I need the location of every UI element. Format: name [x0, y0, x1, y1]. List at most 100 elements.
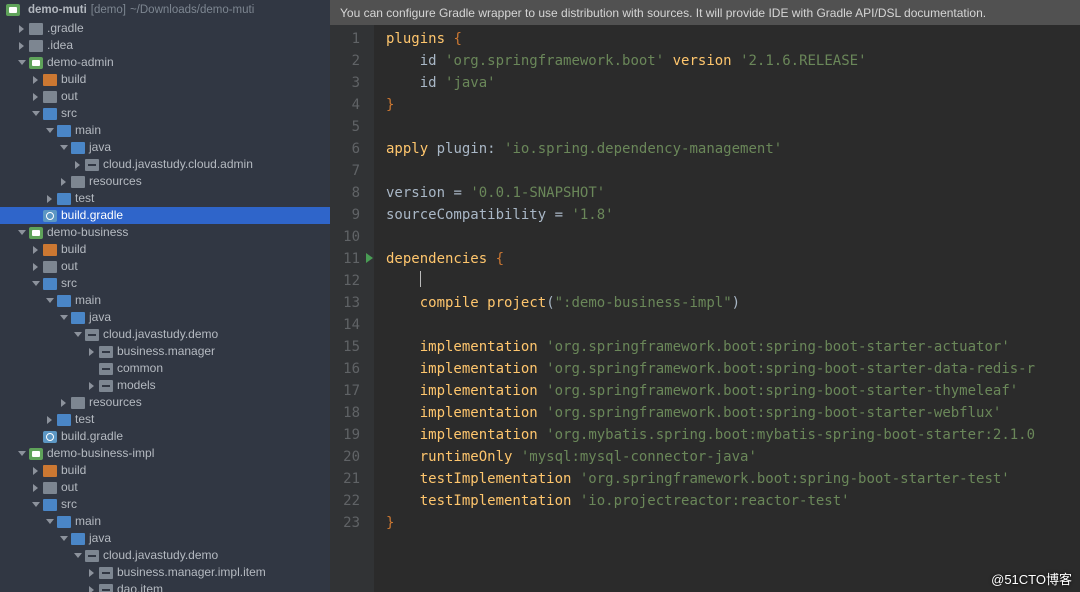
chevron-right-icon[interactable]: [46, 416, 54, 424]
chevron-right-icon[interactable]: [32, 467, 40, 475]
tree-node[interactable]: build: [0, 71, 330, 88]
code-line[interactable]: [386, 116, 1080, 138]
chevron-down-icon[interactable]: [60, 144, 68, 152]
chevron-down-icon[interactable]: [18, 229, 26, 237]
tree-node[interactable]: demo-admin: [0, 54, 330, 71]
line-number[interactable]: 15: [330, 336, 360, 358]
notification-banner[interactable]: You can configure Gradle wrapper to use …: [330, 0, 1080, 25]
line-number[interactable]: 4: [330, 94, 360, 116]
chevron-down-icon[interactable]: [18, 450, 26, 458]
tree-node[interactable]: build.gradle: [0, 428, 330, 445]
tree-node[interactable]: demo-business: [0, 224, 330, 241]
chevron-down-icon[interactable]: [32, 280, 40, 288]
tree-node[interactable]: .idea: [0, 37, 330, 54]
chevron-right-icon[interactable]: [88, 348, 96, 356]
chevron-down-icon[interactable]: [46, 127, 54, 135]
line-number[interactable]: 8: [330, 182, 360, 204]
code-line[interactable]: implementation 'org.mybatis.spring.boot:…: [386, 424, 1080, 446]
code-line[interactable]: implementation 'org.springframework.boot…: [386, 402, 1080, 424]
chevron-down-icon[interactable]: [74, 331, 82, 339]
tree-node[interactable]: java: [0, 139, 330, 156]
chevron-right-icon[interactable]: [32, 263, 40, 271]
code-line[interactable]: [386, 270, 1080, 292]
tree-node[interactable]: src: [0, 496, 330, 513]
tree-node[interactable]: test: [0, 190, 330, 207]
tree-node[interactable]: resources: [0, 173, 330, 190]
chevron-right-icon[interactable]: [32, 93, 40, 101]
chevron-down-icon[interactable]: [60, 314, 68, 322]
code-line[interactable]: id 'java': [386, 72, 1080, 94]
code-line[interactable]: compile project(":demo-business-impl"): [386, 292, 1080, 314]
tree-node[interactable]: dao.item: [0, 581, 330, 592]
project-tool-window[interactable]: demo-muti [demo] ~/Downloads/demo-muti .…: [0, 0, 330, 592]
tree-node[interactable]: .gradle: [0, 20, 330, 37]
tree-node[interactable]: cloud.javastudy.demo: [0, 547, 330, 564]
chevron-right-icon[interactable]: [32, 484, 40, 492]
chevron-right-icon[interactable]: [32, 246, 40, 254]
code-line[interactable]: implementation 'org.springframework.boot…: [386, 336, 1080, 358]
chevron-down-icon[interactable]: [18, 59, 26, 67]
chevron-right-icon[interactable]: [18, 25, 26, 33]
line-number[interactable]: 9: [330, 204, 360, 226]
chevron-down-icon[interactable]: [46, 297, 54, 305]
line-number[interactable]: 1: [330, 28, 360, 50]
code-line[interactable]: [386, 160, 1080, 182]
line-number[interactable]: 14: [330, 314, 360, 336]
line-number[interactable]: 11: [330, 248, 360, 270]
code-line[interactable]: version = '0.0.1-SNAPSHOT': [386, 182, 1080, 204]
run-gutter-icon[interactable]: [366, 253, 373, 263]
chevron-right-icon[interactable]: [88, 586, 96, 592]
tree-node[interactable]: out: [0, 479, 330, 496]
line-number[interactable]: 3: [330, 72, 360, 94]
chevron-down-icon[interactable]: [32, 501, 40, 509]
line-number[interactable]: 12: [330, 270, 360, 292]
line-number[interactable]: 23: [330, 512, 360, 534]
tree-node[interactable]: models: [0, 377, 330, 394]
chevron-right-icon[interactable]: [74, 161, 82, 169]
tree-node[interactable]: demo-business-impl: [0, 445, 330, 462]
chevron-right-icon[interactable]: [88, 382, 96, 390]
tree-node[interactable]: src: [0, 105, 330, 122]
breadcrumb[interactable]: demo-muti [demo] ~/Downloads/demo-muti: [0, 2, 330, 20]
code-line[interactable]: sourceCompatibility = '1.8': [386, 204, 1080, 226]
line-number[interactable]: 22: [330, 490, 360, 512]
chevron-right-icon[interactable]: [18, 42, 26, 50]
line-number[interactable]: 2: [330, 50, 360, 72]
tree-node[interactable]: common: [0, 360, 330, 377]
tree-node[interactable]: business.manager.impl.item: [0, 564, 330, 581]
chevron-right-icon[interactable]: [46, 195, 54, 203]
code-editor[interactable]: 1234567891011121314151617181920212223 pl…: [330, 25, 1080, 592]
project-tree[interactable]: .gradle.ideademo-adminbuildoutsrcmainjav…: [0, 20, 330, 592]
tree-node[interactable]: cloud.javastudy.cloud.admin: [0, 156, 330, 173]
tree-node[interactable]: build.gradle: [0, 207, 330, 224]
chevron-down-icon[interactable]: [74, 552, 82, 560]
code-line[interactable]: implementation 'org.springframework.boot…: [386, 380, 1080, 402]
chevron-right-icon[interactable]: [32, 76, 40, 84]
chevron-right-icon[interactable]: [60, 178, 68, 186]
line-number[interactable]: 5: [330, 116, 360, 138]
tree-node[interactable]: business.manager: [0, 343, 330, 360]
tree-node[interactable]: java: [0, 530, 330, 547]
code-line[interactable]: testImplementation 'org.springframework.…: [386, 468, 1080, 490]
chevron-right-icon[interactable]: [60, 399, 68, 407]
tree-node[interactable]: src: [0, 275, 330, 292]
tree-node[interactable]: test: [0, 411, 330, 428]
line-number[interactable]: 10: [330, 226, 360, 248]
line-number[interactable]: 13: [330, 292, 360, 314]
code-line[interactable]: apply plugin: 'io.spring.dependency-mana…: [386, 138, 1080, 160]
chevron-right-icon[interactable]: [88, 569, 96, 577]
code-line[interactable]: implementation 'org.springframework.boot…: [386, 358, 1080, 380]
line-number[interactable]: 19: [330, 424, 360, 446]
tree-node[interactable]: main: [0, 513, 330, 530]
chevron-down-icon[interactable]: [32, 110, 40, 118]
code-line[interactable]: [386, 314, 1080, 336]
tree-node[interactable]: build: [0, 462, 330, 479]
code-line[interactable]: [386, 226, 1080, 248]
code-lines[interactable]: plugins { id 'org.springframework.boot' …: [374, 25, 1080, 592]
tree-node[interactable]: main: [0, 292, 330, 309]
tree-node[interactable]: out: [0, 258, 330, 275]
code-line[interactable]: dependencies {: [386, 248, 1080, 270]
tree-node[interactable]: resources: [0, 394, 330, 411]
chevron-down-icon[interactable]: [60, 535, 68, 543]
tree-node[interactable]: java: [0, 309, 330, 326]
